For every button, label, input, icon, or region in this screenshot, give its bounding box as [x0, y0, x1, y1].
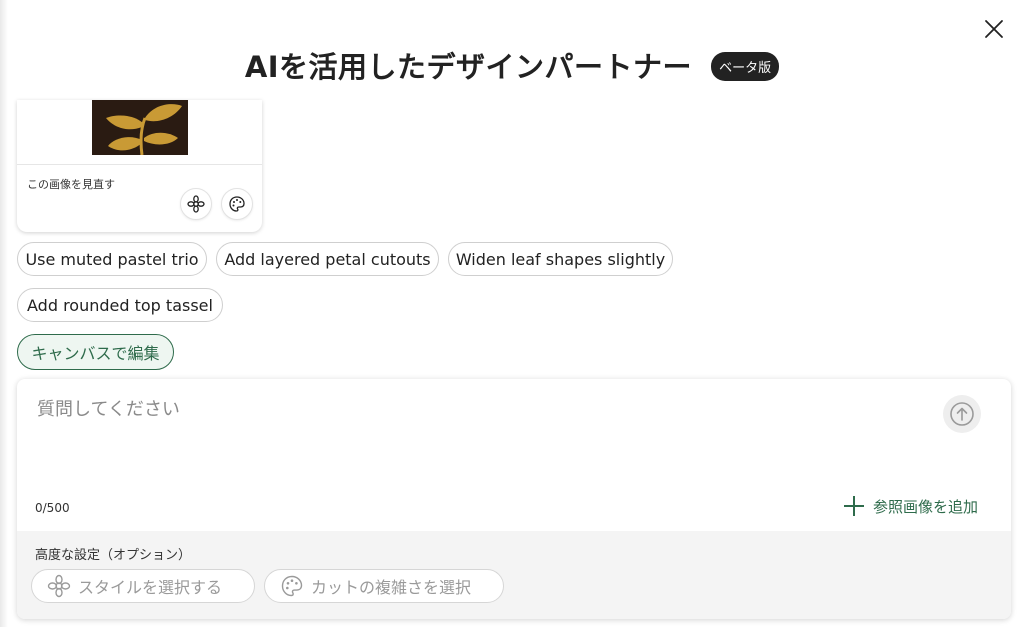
suggestion-chip[interactable]: Add rounded top tassel	[17, 288, 223, 322]
flower-icon	[46, 573, 72, 599]
close-icon	[985, 20, 1003, 38]
style-select[interactable]: スタイルを選択する	[31, 569, 255, 603]
add-reference-image-button[interactable]: 参照画像を追加	[843, 495, 978, 517]
left-edge-shadow	[0, 0, 8, 627]
advanced-settings: 高度な設定（オプション） スタイルを選択する カットの複雑さを選択	[17, 531, 1011, 619]
send-button[interactable]	[943, 395, 981, 433]
palette-icon	[229, 196, 245, 212]
card-divider	[17, 164, 262, 165]
edit-in-canvas-button[interactable]: キャンバスで編集	[17, 334, 174, 370]
flower-icon	[187, 195, 205, 213]
suggestion-chip[interactable]: Widen leaf shapes slightly	[448, 242, 673, 276]
character-counter: 0/500	[35, 501, 70, 515]
suggestion-chip[interactable]: Use muted pastel trio	[17, 242, 207, 276]
review-image-label: この画像を見直す	[27, 178, 115, 191]
advanced-settings-title: 高度な設定（オプション）	[35, 548, 192, 563]
plus-icon	[844, 496, 864, 516]
page-title: AIを活用したデザインパートナー	[244, 50, 693, 84]
prompt-panel: 0/500 参照画像を追加 高度な設定（オプション） スタイルを選択する	[17, 379, 1011, 619]
palette-icon	[279, 573, 305, 599]
style-reference-button[interactable]	[180, 188, 212, 220]
prompt-input[interactable]	[35, 393, 919, 487]
preview-thumbnail[interactable]	[92, 100, 188, 155]
preview-card: この画像を見直す	[17, 100, 262, 232]
style-select-placeholder: スタイルを選択する	[78, 578, 223, 597]
suggestion-chip[interactable]: Add layered petal cutouts	[216, 242, 439, 276]
add-reference-label: 参照画像を追加	[873, 497, 979, 516]
close-button[interactable]	[982, 17, 1006, 41]
arrow-up-circle-icon	[950, 402, 974, 426]
palette-button[interactable]	[221, 188, 253, 220]
cut-complexity-placeholder: カットの複雑さを選択	[311, 578, 472, 597]
leaf-artwork	[106, 104, 182, 155]
header: AIを活用したデザインパートナー ベータ版	[0, 44, 1024, 86]
beta-badge: ベータ版	[711, 51, 780, 81]
cut-complexity-select[interactable]: カットの複雑さを選択	[264, 569, 504, 603]
